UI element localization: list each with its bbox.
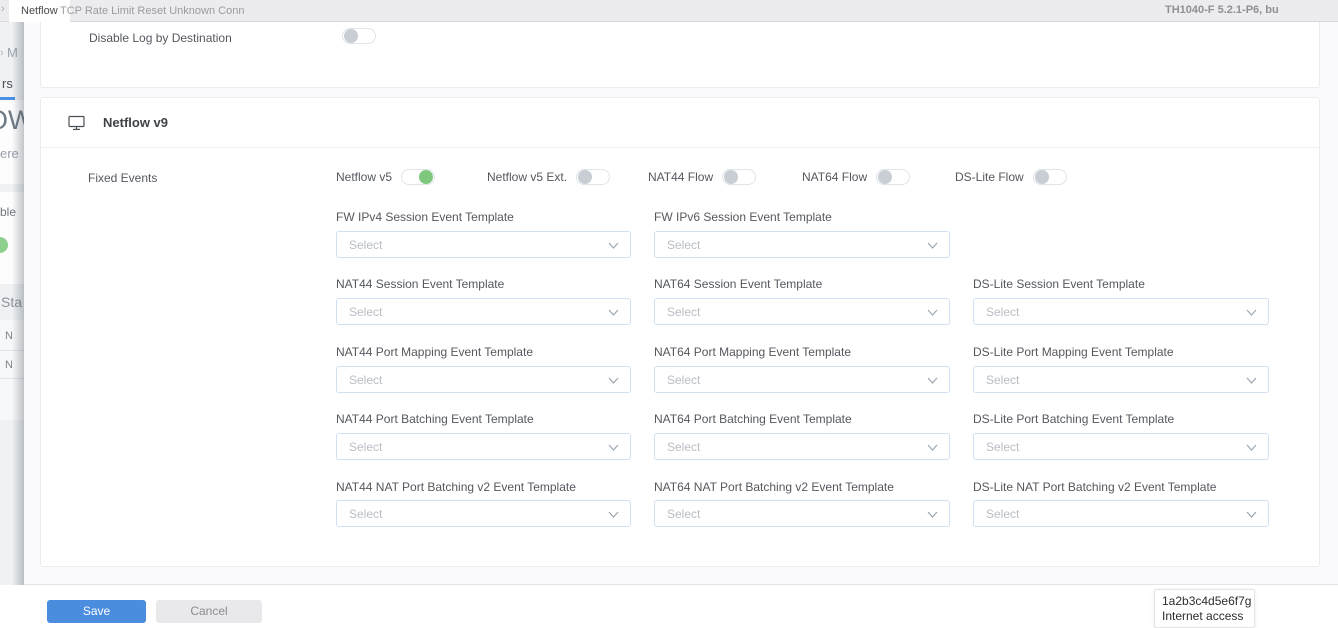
netflow-v5-ext-toggle-group: Netflow v5 Ext. [487,169,610,185]
chevron-down-icon [1246,377,1257,384]
disable-log-by-destination-label: Disable Log by Destination [89,31,232,45]
select-placeholder: Select [986,440,1019,454]
ds-lite-port-batching-event-template-label: DS-Lite Port Batching Event Template [973,412,1174,426]
select-placeholder: Select [667,507,700,521]
nat44-port-batching-event-template-label: NAT44 Port Batching Event Template [336,412,534,426]
ds-lite-session-event-template-select[interactable]: Select [973,298,1269,325]
nat64-flow-label: NAT64 Flow [802,170,867,184]
chevron-down-icon [608,242,619,249]
chevron-down-icon [608,309,619,316]
network-status: Internet access [1162,609,1254,624]
netflow-v9-header: Netflow v9 [41,98,1319,148]
toggle-knob [878,170,892,184]
tab-tcp-rate-limit-reset-unknown-conn[interactable]: TCP Rate Limit Reset Unknown Conn [48,0,256,22]
device-info: TH1040-F 5.2.1-P6, bu [1165,4,1279,16]
netflow-v9-card: Netflow v9 [40,97,1320,567]
chevron-down-icon [608,511,619,518]
select-placeholder: Select [349,305,382,319]
select-placeholder: Select [986,373,1019,387]
netflow-v5-ext-label: Netflow v5 Ext. [487,170,567,184]
nat64-flow-toggle[interactable] [876,169,910,185]
toggle-knob [1035,170,1049,184]
toggle-knob [724,170,738,184]
fw-ipv6-session-event-template-select[interactable]: Select [654,231,950,258]
nat64-flow-toggle-group: NAT64 Flow [802,169,910,185]
nat64-session-event-template-select[interactable]: Select [654,298,950,325]
nat44-port-mapping-event-template-label: NAT44 Port Mapping Event Template [336,345,533,359]
nat44-flow-label: NAT44 Flow [648,170,713,184]
tab-bar: › Netflow TCP Rate Limit Reset Unknown C… [0,0,1338,22]
ds-lite-session-event-template-label: DS-Lite Session Event Template [973,277,1145,291]
ds-lite-flow-label: DS-Lite Flow [955,170,1024,184]
netflow-v5-label: Netflow v5 [336,170,392,184]
nat44-flow-toggle-group: NAT44 Flow [648,169,756,185]
nat64-port-mapping-event-template-select[interactable]: Select [654,366,950,393]
select-placeholder: Select [667,373,700,387]
nat44-port-batching-event-template-select[interactable]: Select [336,433,631,460]
ds-lite-port-mapping-event-template-label: DS-Lite Port Mapping Event Template [973,345,1174,359]
ds-lite-flow-toggle-group: DS-Lite Flow [955,169,1067,185]
nat44-nat-port-batching-v2-event-template-label: NAT44 NAT Port Batching v2 Event Templat… [336,480,576,494]
drawer-edge-shadow [12,22,24,628]
toggle-knob [578,170,592,184]
ds-lite-nat-port-batching-v2-event-template-label: DS-Lite NAT Port Batching v2 Event Templ… [973,480,1216,494]
nat64-port-mapping-event-template-label: NAT64 Port Mapping Event Template [654,345,851,359]
nat64-nat-port-batching-v2-event-template-select[interactable]: Select [654,500,950,527]
screen: › M rs OW ere ble Sta N N › Netflow TCP … [0,0,1338,628]
nat44-nat-port-batching-v2-event-template-select[interactable]: Select [336,500,631,527]
select-placeholder: Select [667,440,700,454]
select-placeholder: Select [667,238,700,252]
nat64-nat-port-batching-v2-event-template-label: NAT64 NAT Port Batching v2 Event Templat… [654,480,894,494]
chevron-down-icon [1246,309,1257,316]
select-placeholder: Select [667,305,700,319]
nat64-port-batching-event-template-select[interactable]: Select [654,433,950,460]
netflow-v5-toggle[interactable] [401,169,435,185]
chevron-down-icon [1246,444,1257,451]
save-button[interactable]: Save [47,600,146,623]
network-name: 1a2b3c4d5e6f7g [1162,594,1254,609]
tab-overflow-icon[interactable]: › [1,3,5,15]
fw-ipv4-session-event-template-select[interactable]: Select [336,231,631,258]
netflow-v9-title: Netflow v9 [103,115,168,130]
netflow-v5-toggle-group: Netflow v5 [336,169,435,185]
ds-lite-nat-port-batching-v2-event-template-select[interactable]: Select [973,500,1269,527]
nat44-port-mapping-event-template-select[interactable]: Select [336,366,631,393]
select-placeholder: Select [986,305,1019,319]
select-placeholder: Select [986,507,1019,521]
nat44-session-event-template-select[interactable]: Select [336,298,631,325]
select-placeholder: Select [349,373,382,387]
nat64-port-batching-event-template-label: NAT64 Port Batching Event Template [654,412,852,426]
select-placeholder: Select [349,238,382,252]
cancel-button[interactable]: Cancel [156,600,262,623]
chevron-down-icon [927,309,938,316]
chevron-down-icon [927,242,938,249]
toggle-knob [419,170,433,184]
netflow-v5-ext-toggle[interactable] [576,169,610,185]
ds-lite-port-mapping-event-template-select[interactable]: Select [973,366,1269,393]
chevron-down-icon [927,377,938,384]
nat44-flow-toggle[interactable] [722,169,756,185]
toggle-knob [344,29,358,43]
disable-log-by-destination-toggle[interactable] [342,28,376,44]
fw-ipv6-session-event-template-label: FW IPv6 Session Event Template [654,210,832,224]
select-placeholder: Select [349,440,382,454]
select-placeholder: Select [349,507,382,521]
chevron-down-icon [1246,511,1257,518]
chevron-right-icon: › [0,47,4,59]
nat64-session-event-template-label: NAT64 Session Event Template [654,277,822,291]
ds-lite-port-batching-event-template-select[interactable]: Select [973,433,1269,460]
network-tooltip: 1a2b3c4d5e6f7g Internet access [1154,589,1255,628]
fw-ipv4-session-event-template-label: FW IPv4 Session Event Template [336,210,514,224]
general-settings-card: Disable Log by Destination [40,22,1320,88]
chevron-down-icon [608,377,619,384]
chevron-down-icon [608,444,619,451]
nat44-session-event-template-label: NAT44 Session Event Template [336,277,504,291]
footer-divider [24,584,1338,585]
fixed-events-label: Fixed Events [88,171,157,185]
chevron-down-icon [927,444,938,451]
chevron-down-icon [927,511,938,518]
monitor-icon [68,115,85,131]
ds-lite-flow-toggle[interactable] [1033,169,1067,185]
